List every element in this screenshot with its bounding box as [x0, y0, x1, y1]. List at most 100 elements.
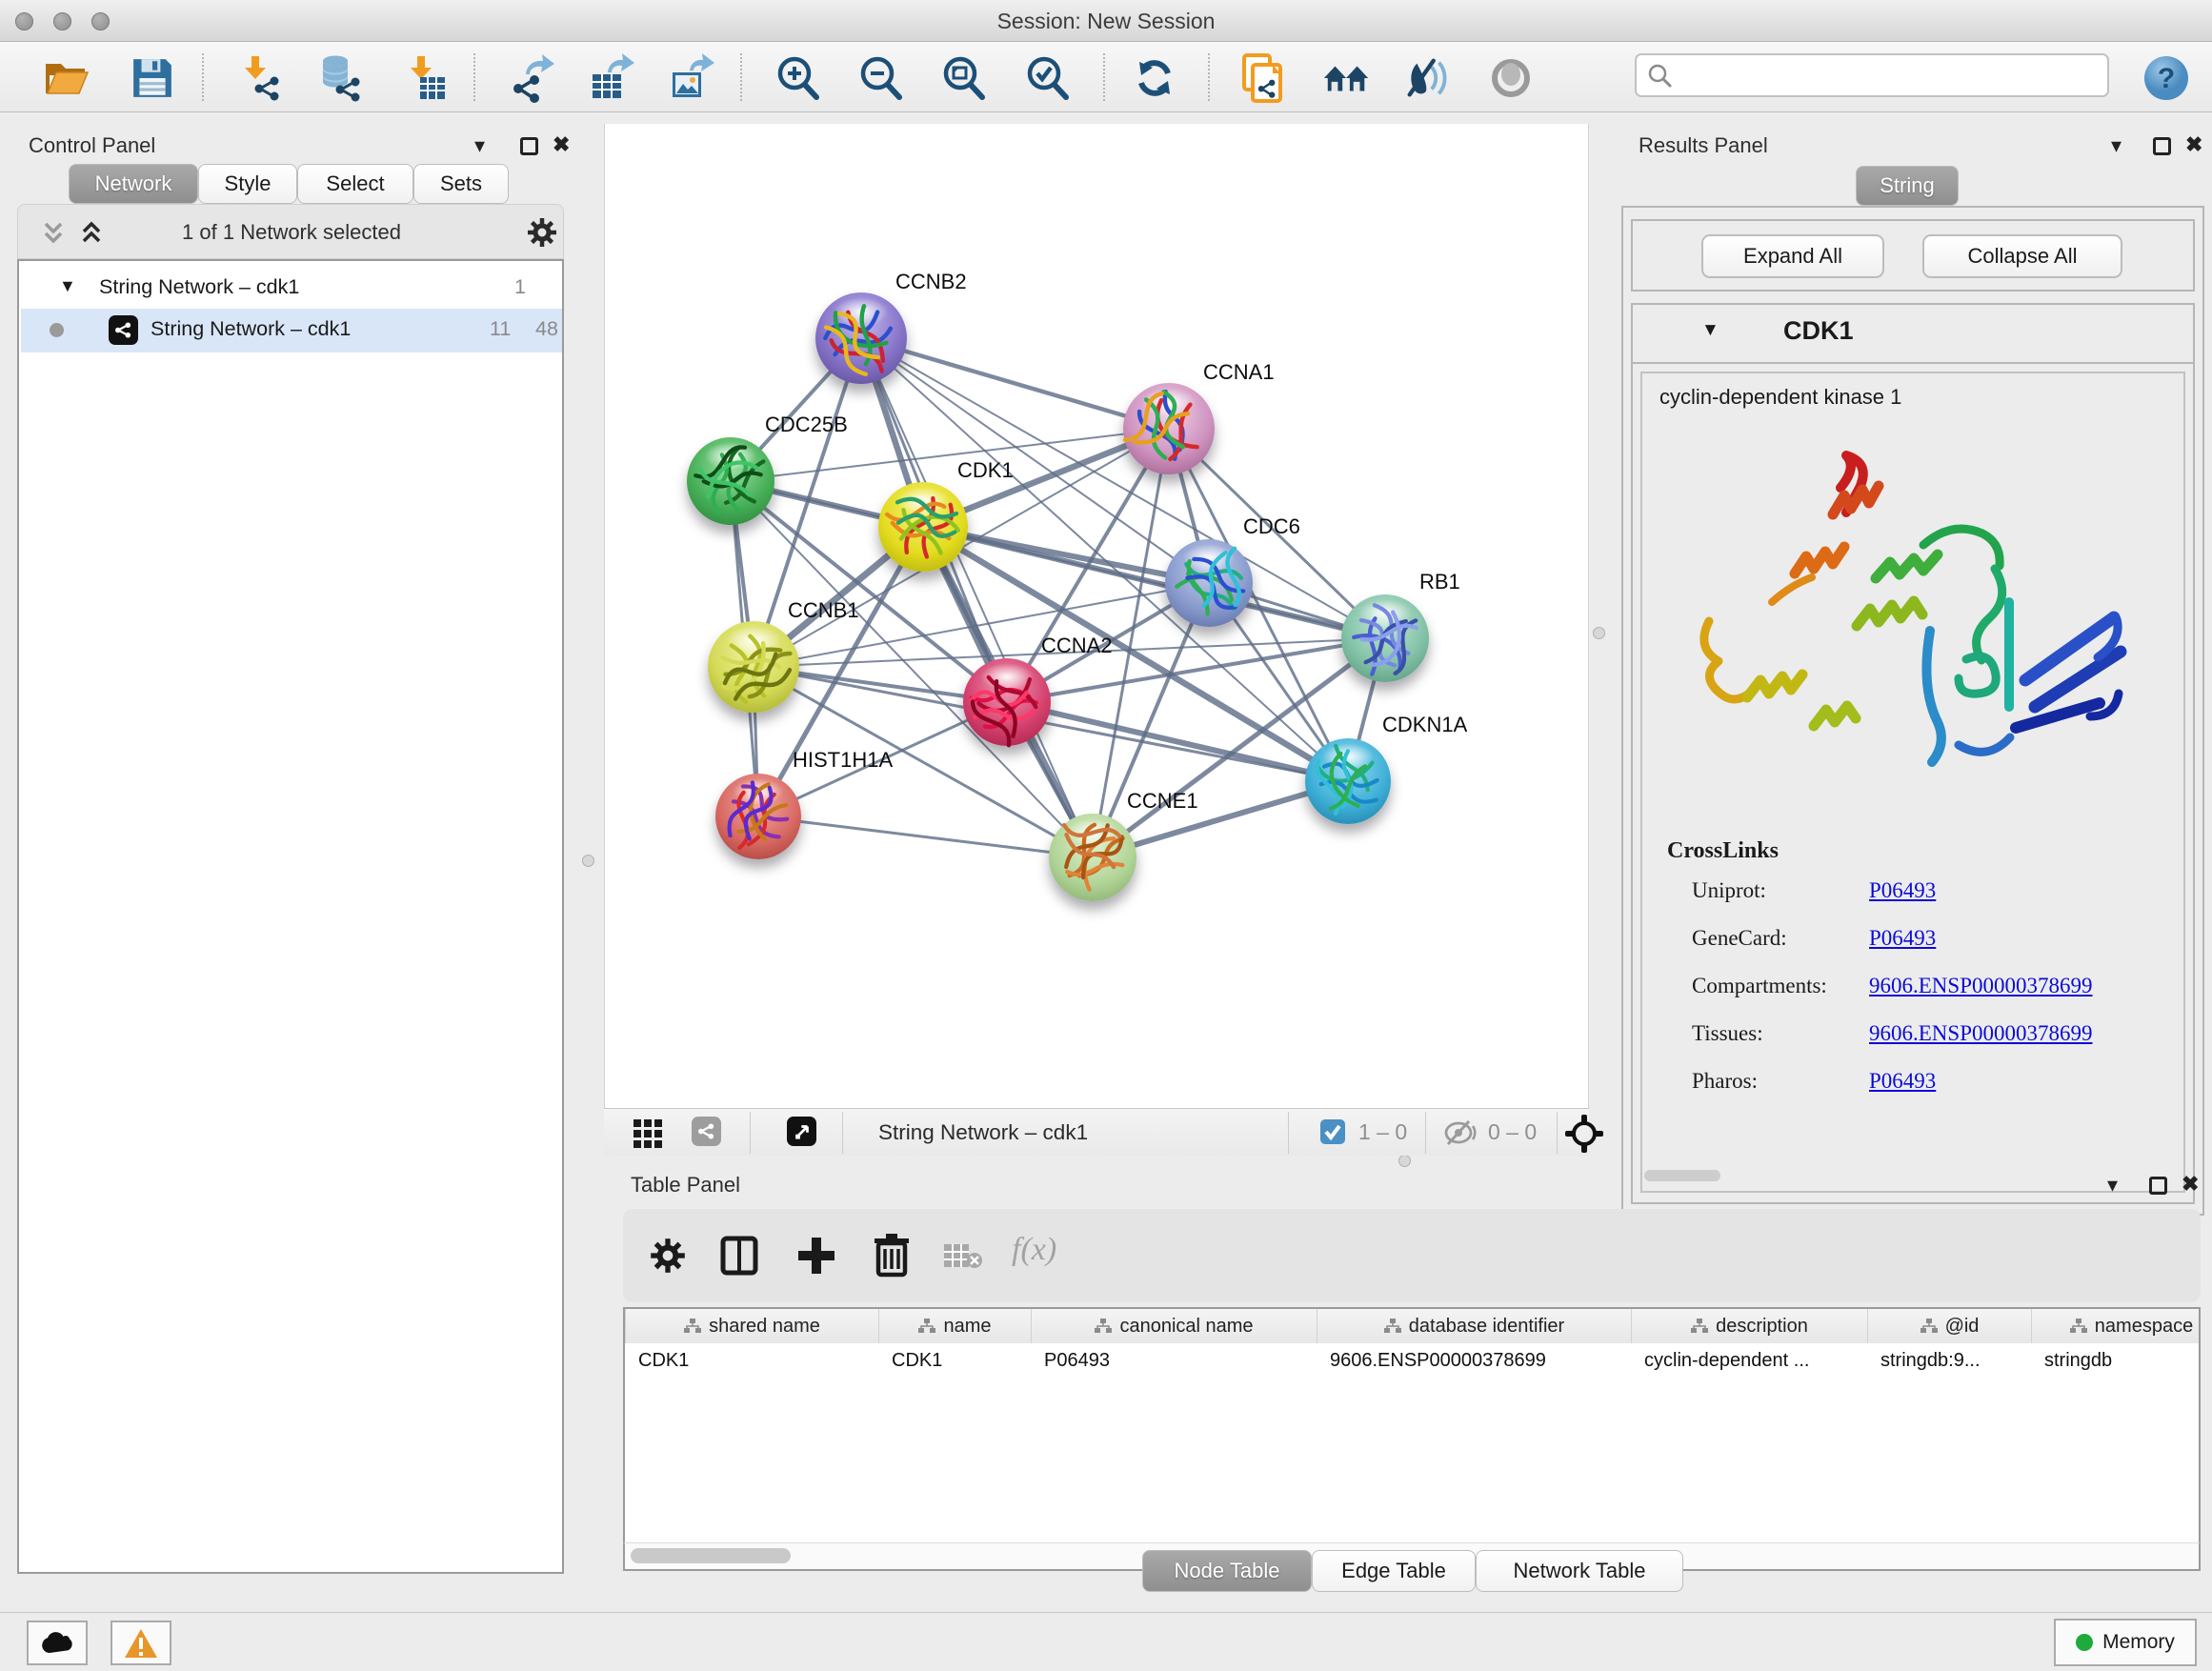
hide-selected-button[interactable] — [1402, 53, 1452, 103]
share-view-icon[interactable] — [692, 1117, 721, 1146]
float-panel-icon[interactable] — [520, 137, 538, 155]
collapse-panel-icon[interactable]: ▾ — [474, 133, 485, 158]
collapse-panel-icon[interactable]: ▾ — [2107, 1173, 2118, 1198]
fit-crosshair-icon[interactable] — [1564, 1114, 1604, 1154]
table-row[interactable]: CDK1CDK1P064939606.ENSP00000378699cyclin… — [625, 1343, 2201, 1379]
zoom-out-button[interactable] — [856, 53, 906, 103]
table-header-row: shared namenamecanonical namedatabase id… — [625, 1309, 2201, 1343]
warnings-button[interactable] — [111, 1621, 171, 1665]
column-header-database-identifier[interactable]: database identifier — [1317, 1309, 1631, 1343]
open-session-button[interactable] — [42, 53, 91, 103]
float-panel-icon[interactable] — [2149, 1177, 2167, 1195]
zoom-in-button[interactable] — [774, 53, 823, 103]
tab-network[interactable]: Network — [69, 164, 198, 204]
node-CDK1[interactable] — [878, 482, 968, 572]
collapse-all-button[interactable]: Collapse All — [1922, 234, 2122, 278]
hscrollbar-thumb[interactable] — [631, 1548, 791, 1563]
tab-select[interactable]: Select — [297, 164, 413, 204]
tab-string[interactable]: String — [1856, 166, 1959, 206]
delete-column-trash-icon[interactable] — [873, 1234, 911, 1278]
node-CDKN1A[interactable] — [1305, 738, 1391, 824]
cell-name[interactable]: CDK1 — [878, 1343, 1031, 1379]
column-header-canonical-name[interactable]: canonical name — [1031, 1309, 1317, 1343]
column-header-name[interactable]: name — [878, 1309, 1031, 1343]
network-row-selected[interactable]: String Network – cdk1 11 48 — [21, 309, 562, 352]
show-all-button[interactable] — [1486, 53, 1536, 103]
cell-description[interactable]: cyclin-dependent ... — [1631, 1343, 1867, 1379]
left-splitter-handle[interactable] — [582, 855, 594, 867]
tree-expander-icon[interactable]: ▼ — [59, 276, 76, 296]
tab-label: String — [1880, 173, 1934, 198]
network-view[interactable]: CCNB2CCNA1CDC25BCDK1CDC6RB1CCNB1CCNA2CDK… — [604, 124, 1589, 1108]
cell-namespace[interactable]: stringdb — [2031, 1343, 2201, 1379]
node-HIST1H1A[interactable] — [715, 774, 801, 859]
column-header-description[interactable]: description — [1631, 1309, 1867, 1343]
network-list-header: 1 of 1 Network selected — [17, 204, 564, 259]
tab-style[interactable]: Style — [198, 164, 297, 204]
column-header--id[interactable]: @id — [1867, 1309, 2031, 1343]
gear-icon[interactable] — [527, 217, 557, 248]
export-arrow-icon — [526, 54, 554, 74]
crosslink-link[interactable]: P06493 — [1869, 878, 1936, 903]
crosslink-link[interactable]: P06493 — [1869, 926, 1936, 951]
float-panel-icon[interactable] — [2153, 137, 2171, 155]
first-neighbors-button[interactable] — [1322, 53, 1372, 103]
table-settings-gear-icon[interactable] — [650, 1238, 686, 1274]
expand-all-button[interactable]: Expand All — [1701, 234, 1884, 278]
network-collection-row[interactable]: ▼ String Network – cdk1 1 — [19, 269, 562, 309]
help-button[interactable]: ? — [2142, 53, 2191, 103]
close-panel-icon[interactable]: ✖ — [2182, 1172, 2199, 1197]
export-image-button[interactable] — [665, 53, 714, 103]
zoom-selected-button[interactable] — [1023, 53, 1073, 103]
add-column-icon[interactable] — [796, 1236, 836, 1276]
node-CCNE1[interactable] — [1049, 814, 1136, 901]
birdseye-toggle-icon[interactable] — [787, 1117, 816, 1146]
crosslink-link[interactable]: 9606.ENSP00000378699 — [1869, 1021, 2093, 1046]
node-CCNB2[interactable] — [815, 292, 907, 384]
save-session-button[interactable] — [128, 53, 177, 103]
close-panel-icon[interactable]: ✖ — [553, 132, 570, 157]
import-network-from-file-button[interactable] — [234, 53, 284, 103]
cell-shared-name[interactable]: CDK1 — [625, 1343, 878, 1379]
import-network-from-database-button[interactable] — [314, 53, 364, 103]
right-splitter-handle[interactable] — [1593, 627, 1605, 639]
tab-node-table[interactable]: Node Table — [1142, 1550, 1312, 1592]
column-header-namespace[interactable]: namespace — [2031, 1309, 2201, 1343]
network-from-selection-button[interactable] — [1238, 53, 1288, 103]
crosslink-link[interactable]: 9606.ENSP00000378699 — [1869, 974, 2093, 998]
cloud-status-button[interactable] — [27, 1621, 88, 1665]
grid-view-icon[interactable] — [633, 1118, 663, 1149]
node-CDC6[interactable] — [1165, 539, 1253, 627]
cell-database-identifier[interactable]: 9606.ENSP00000378699 — [1317, 1343, 1631, 1379]
apply-preferred-layout-button[interactable] — [1130, 53, 1179, 103]
import-table-from-file-button[interactable] — [400, 53, 450, 103]
crosslink-link[interactable]: P06493 — [1869, 1069, 1936, 1094]
node-CCNA1[interactable] — [1123, 383, 1215, 474]
export-network-button[interactable] — [505, 53, 554, 103]
section-expander-icon[interactable]: ▼ — [1701, 320, 1719, 341]
node-CCNA2[interactable] — [963, 658, 1051, 746]
search-input[interactable] — [1673, 65, 2073, 87]
collapse-panel-icon[interactable]: ▾ — [2111, 133, 2122, 158]
memory-button[interactable]: Memory — [2054, 1619, 2197, 1666]
node-CCNB1[interactable] — [708, 621, 799, 713]
selected-checkbox-icon[interactable] — [1320, 1119, 1345, 1144]
bottom-splitter-handle[interactable] — [1398, 1155, 1411, 1167]
cell--id[interactable]: stringdb:9... — [1867, 1343, 2031, 1379]
database-icon — [323, 56, 348, 88]
tab-sets[interactable]: Sets — [413, 164, 509, 204]
protein-structure-image — [1680, 431, 2157, 802]
zoom-fit-button[interactable] — [939, 53, 989, 103]
tab-network-table[interactable]: Network Table — [1476, 1550, 1683, 1592]
export-table-button[interactable] — [585, 53, 634, 103]
close-panel-icon[interactable]: ✖ — [2185, 132, 2202, 157]
column-header-shared-name[interactable]: shared name — [625, 1309, 878, 1343]
protein-section-header[interactable]: ▼ CDK1 — [1633, 305, 2193, 364]
node-CDC25B[interactable] — [687, 437, 774, 525]
node-RB1[interactable] — [1341, 594, 1429, 682]
tab-edge-table[interactable]: Edge Table — [1312, 1550, 1476, 1592]
table-toolbar: f(x) — [623, 1209, 2201, 1302]
cell-canonical-name[interactable]: P06493 — [1031, 1343, 1317, 1379]
show-columns-icon[interactable] — [720, 1236, 758, 1276]
network-view-title: String Network – cdk1 — [878, 1120, 1088, 1145]
